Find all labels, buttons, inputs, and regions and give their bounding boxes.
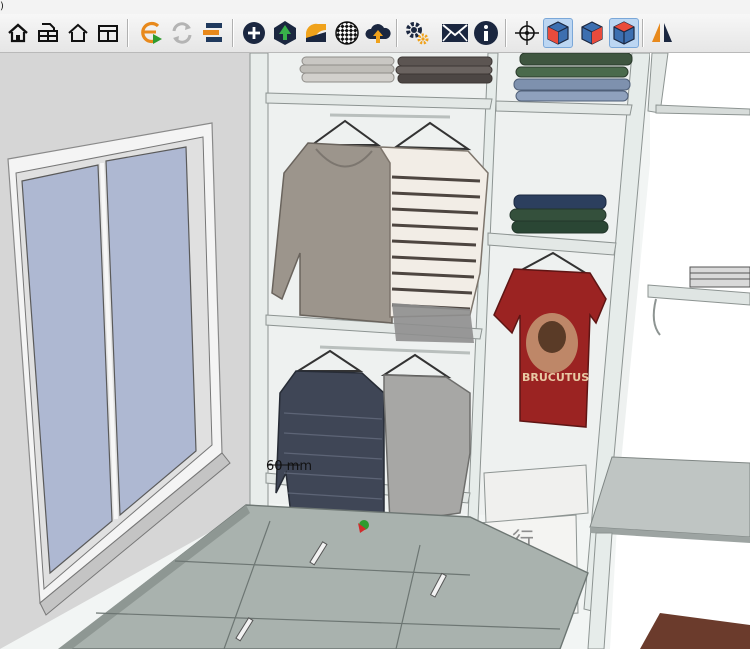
layers-button[interactable] (198, 18, 228, 48)
material-button[interactable] (301, 18, 331, 48)
cloud-upload-icon (365, 24, 391, 43)
app-window: ) BRUCUTUS 60 mm (0, 0, 750, 649)
render-button[interactable] (136, 18, 166, 48)
model-viewport[interactable]: BRUCUTUS 行 (0, 53, 750, 649)
toolbar-separator (642, 19, 644, 47)
view-top-button[interactable] (609, 18, 639, 48)
grey-top (383, 374, 471, 524)
scene-canvas[interactable]: BRUCUTUS 行 (0, 53, 750, 649)
house-icon (8, 23, 28, 43)
tree-icon (274, 21, 296, 45)
cube-side-icon (581, 21, 603, 45)
closet-left-panel (249, 53, 269, 512)
tree-button[interactable] (270, 18, 300, 48)
refresh-icon (172, 22, 192, 44)
plus-circle-icon (243, 22, 265, 44)
info-button[interactable] (471, 18, 501, 48)
add-button[interactable] (239, 18, 269, 48)
books (689, 266, 750, 288)
striped-sweater (378, 146, 489, 318)
toolbar-separator (505, 19, 507, 47)
settings-button[interactable] (402, 18, 432, 48)
rod-top (329, 113, 451, 119)
tshirt-print-text: BRUCUTUS (522, 371, 589, 384)
checker-button[interactable] (332, 18, 362, 48)
dark-sweater (275, 370, 385, 528)
mail-icon (442, 24, 468, 42)
desk-top (589, 456, 750, 538)
house-outline-icon (68, 23, 88, 42)
mirror-button[interactable] (647, 18, 677, 48)
material-swatch-icon (305, 23, 326, 42)
mail-button[interactable] (440, 18, 470, 48)
toolbar-separator (232, 19, 234, 47)
dimension-label: 60 mm (266, 459, 312, 474)
upload-button[interactable] (363, 18, 393, 48)
house-outline-button[interactable] (63, 18, 93, 48)
view-front-button[interactable] (543, 18, 573, 48)
mirror-icon (652, 23, 672, 42)
stacked-layers-icon (203, 23, 222, 42)
info-icon (474, 21, 498, 45)
print-button[interactable] (33, 18, 63, 48)
toolbar-separator (127, 19, 129, 47)
toolbar (0, 14, 750, 53)
cabinet-button[interactable] (93, 18, 123, 48)
checker-ball-icon (335, 21, 359, 45)
orbit-target-icon (515, 21, 539, 45)
title-bar: ) (0, 0, 750, 14)
folded-clothes-mid (509, 194, 609, 234)
window-glass-right (105, 146, 197, 517)
printer-icon (38, 23, 58, 42)
render-play-icon (141, 21, 162, 44)
view-side-button[interactable] (577, 18, 607, 48)
cube-top-icon (613, 21, 635, 45)
home-button[interactable] (3, 18, 33, 48)
orbit-button[interactable] (512, 18, 542, 48)
title-text: ) (0, 1, 4, 12)
gears-icon (406, 22, 429, 45)
toolbar-separator (396, 19, 398, 47)
cube-front-icon (547, 21, 569, 45)
cabinet-icon (98, 25, 118, 42)
refresh-button[interactable] (167, 18, 197, 48)
